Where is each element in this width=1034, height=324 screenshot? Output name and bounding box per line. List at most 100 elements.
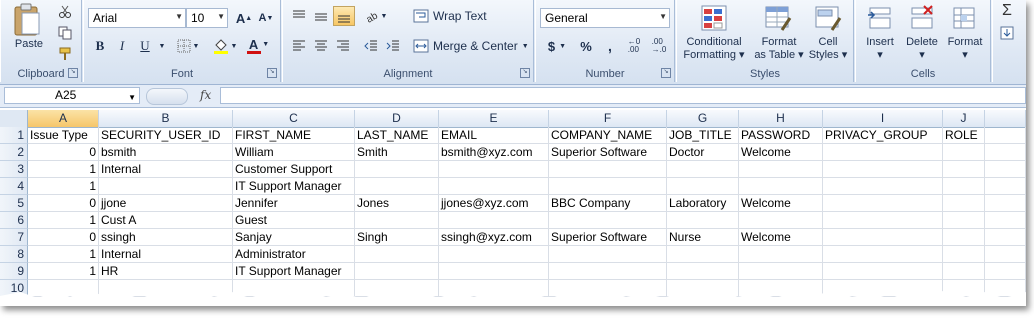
format-as-table-button[interactable]: Format as Table ▾	[751, 36, 807, 62]
grid-cell[interactable]	[667, 161, 739, 178]
grid-cell[interactable]: 1	[28, 178, 99, 195]
grid-cell-empty[interactable]	[985, 195, 1026, 212]
grid-cell[interactable]	[667, 246, 739, 263]
grid-cell[interactable]: Welcome	[739, 195, 823, 212]
grid-cell[interactable]: ssingh	[99, 229, 233, 246]
number-format-select[interactable]: General ▼	[540, 8, 670, 28]
header-cell[interactable]: JOB_TITLE	[667, 127, 739, 144]
cell-styles-button[interactable]: Cell Styles ▾	[805, 36, 851, 62]
insert-button[interactable]: Insert ▾	[858, 36, 902, 62]
borders-button[interactable]: ▼	[174, 36, 202, 56]
grid-cell[interactable]	[355, 212, 439, 229]
grid-cell[interactable]: 0	[28, 229, 99, 246]
grid-cell[interactable]	[823, 144, 943, 161]
align-top-icon[interactable]	[289, 6, 309, 26]
grid-cell[interactable]	[739, 212, 823, 229]
grid-cell[interactable]: Nurse	[667, 229, 739, 246]
grid-cell[interactable]	[355, 263, 439, 280]
header-cell[interactable]: PRIVACY_GROUP	[823, 127, 943, 144]
grid-cell[interactable]: bsmith	[99, 144, 233, 161]
column-header-j[interactable]: J	[943, 110, 985, 127]
header-cell[interactable]: COMPANY_NAME	[549, 127, 667, 144]
row-header[interactable]: 7	[0, 229, 28, 246]
row-header[interactable]: 5	[0, 195, 28, 212]
fill-icon[interactable]	[997, 24, 1017, 42]
row-header[interactable]: 3	[0, 161, 28, 178]
grid-cell[interactable]: Welcome	[739, 229, 823, 246]
grid-cell[interactable]: Welcome	[739, 144, 823, 161]
font-size-select[interactable]: 10 ▼	[186, 8, 228, 28]
cell-styles-icon[interactable]	[811, 2, 845, 34]
bold-button[interactable]: B	[90, 36, 110, 56]
grid-cell[interactable]	[355, 246, 439, 263]
grid-cell[interactable]	[823, 212, 943, 229]
align-right-icon[interactable]	[333, 36, 353, 56]
row-header[interactable]: 6	[0, 212, 28, 229]
header-cell[interactable]: SECURITY_USER_ID	[99, 127, 233, 144]
cut-icon[interactable]	[55, 3, 75, 21]
grid-cell[interactable]: 1	[28, 161, 99, 178]
comma-button[interactable]: ,	[600, 36, 620, 56]
grid-cell[interactable]	[439, 263, 549, 280]
grid-cell[interactable]	[943, 263, 985, 280]
grid-cell[interactable]	[549, 246, 667, 263]
conditional-formatting-button[interactable]: Conditional Formatting ▾	[679, 36, 749, 62]
format-button[interactable]: Format ▾	[942, 36, 988, 62]
grid-cell[interactable]	[943, 195, 985, 212]
italic-button[interactable]: I	[112, 36, 132, 56]
grid-cell[interactable]: IT Support Manager	[233, 178, 355, 195]
grid-cell[interactable]: jjones@xyz.com	[439, 195, 549, 212]
grid-cell[interactable]	[943, 246, 985, 263]
grid-cell-empty[interactable]	[985, 246, 1026, 263]
alignment-launcher-icon[interactable]: ↘	[520, 68, 530, 78]
grid-cell[interactable]: Internal	[99, 161, 233, 178]
grid-cell[interactable]: Customer Support	[233, 161, 355, 178]
grid-cell[interactable]	[943, 229, 985, 246]
insert-cells-icon[interactable]	[864, 2, 896, 34]
grid-cell[interactable]	[355, 161, 439, 178]
align-left-icon[interactable]	[289, 36, 309, 56]
grid-cell[interactable]	[99, 178, 233, 195]
grid-cell[interactable]	[549, 212, 667, 229]
column-header-g[interactable]: G	[667, 110, 739, 127]
shrink-font-button[interactable]: A ▼	[256, 8, 276, 28]
wrap-text-button[interactable]: Wrap Text	[413, 6, 513, 26]
conditional-formatting-icon[interactable]	[697, 2, 731, 34]
grid-cell-empty[interactable]	[985, 161, 1026, 178]
grid-cell-empty[interactable]	[985, 178, 1026, 195]
select-all-corner[interactable]	[0, 110, 28, 127]
header-cell[interactable]: LAST_NAME	[355, 127, 439, 144]
row-header[interactable]: 2	[0, 144, 28, 161]
format-painter-icon[interactable]	[55, 45, 75, 63]
grid-cell[interactable]	[739, 246, 823, 263]
grid-cell[interactable]	[739, 161, 823, 178]
column-header-h[interactable]: H	[739, 110, 823, 127]
merge-center-button[interactable]: Merge & Center ▼	[413, 36, 531, 56]
insert-function-button[interactable]: fx	[200, 88, 211, 102]
autosum-icon[interactable]: Σ	[997, 2, 1017, 20]
formula-bar-splitter[interactable]	[146, 88, 188, 105]
paste-button-label[interactable]: Paste	[11, 38, 47, 51]
grid-cell[interactable]: Superior Software	[549, 229, 667, 246]
format-as-table-icon[interactable]	[761, 2, 795, 34]
grid-cell[interactable]	[667, 178, 739, 195]
grid-cell[interactable]	[943, 144, 985, 161]
grid-cell[interactable]: IT Support Manager	[233, 263, 355, 280]
grid-cell[interactable]	[823, 161, 943, 178]
grid-cell[interactable]	[439, 212, 549, 229]
chevron-down-icon[interactable]: ▼	[158, 36, 166, 56]
grid-cell[interactable]: William	[233, 144, 355, 161]
column-header-c[interactable]: C	[233, 110, 355, 127]
header-cell[interactable]: PASSWORD	[739, 127, 823, 144]
underline-button[interactable]: U	[134, 36, 156, 56]
formula-input[interactable]	[220, 87, 1026, 104]
grid-cell[interactable]: jjone	[99, 195, 233, 212]
grid-cell[interactable]: Guest	[233, 212, 355, 229]
header-cell[interactable]: EMAIL	[439, 127, 549, 144]
delete-cells-icon[interactable]	[906, 2, 938, 34]
grid-cell-empty[interactable]	[985, 144, 1026, 161]
grow-font-button[interactable]: A ▲	[234, 8, 254, 28]
grid-cell[interactable]	[823, 178, 943, 195]
delete-button[interactable]: Delete ▾	[900, 36, 944, 62]
column-header-a[interactable]: A	[28, 110, 99, 127]
